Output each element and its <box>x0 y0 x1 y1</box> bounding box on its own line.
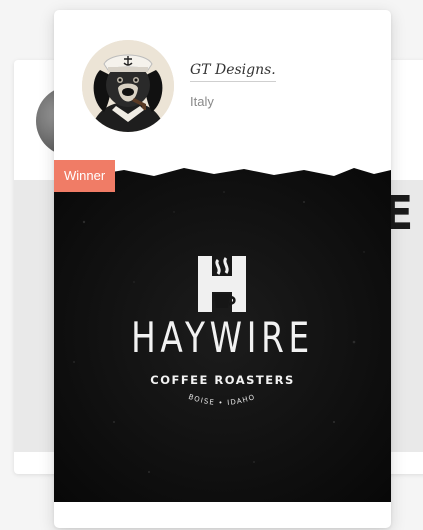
designer-location: Italy <box>190 94 214 109</box>
winner-badge: Winner <box>54 160 116 192</box>
winning-entry-card[interactable]: GT Designs. Italy HAYWIRE COFFEE ROASTER… <box>54 10 391 528</box>
brand-subtitle: COFFEE ROASTERS <box>150 373 295 387</box>
contest-gallery: E GT Designs. Italy HAYWIRE COFFEE ROAST… <box>0 0 423 530</box>
brand-location-arc: BOISE • IDAHO <box>187 393 256 407</box>
entry-artwork[interactable]: HAYWIRE COFFEE ROASTERS BOISE • IDAHO <box>54 162 391 502</box>
designer-header: GT Designs. Italy <box>54 10 391 160</box>
designer-avatar[interactable] <box>82 40 174 132</box>
svg-text:BOISE • IDAHO: BOISE • IDAHO <box>187 393 256 407</box>
designer-name-link[interactable]: GT Designs. <box>190 62 276 82</box>
brand-location: BOISE • IDAHO <box>187 393 255 407</box>
haywire-logo-icon <box>198 256 246 312</box>
brand-name: HAYWIRE <box>131 313 314 362</box>
sailor-dog-icon <box>82 40 174 132</box>
